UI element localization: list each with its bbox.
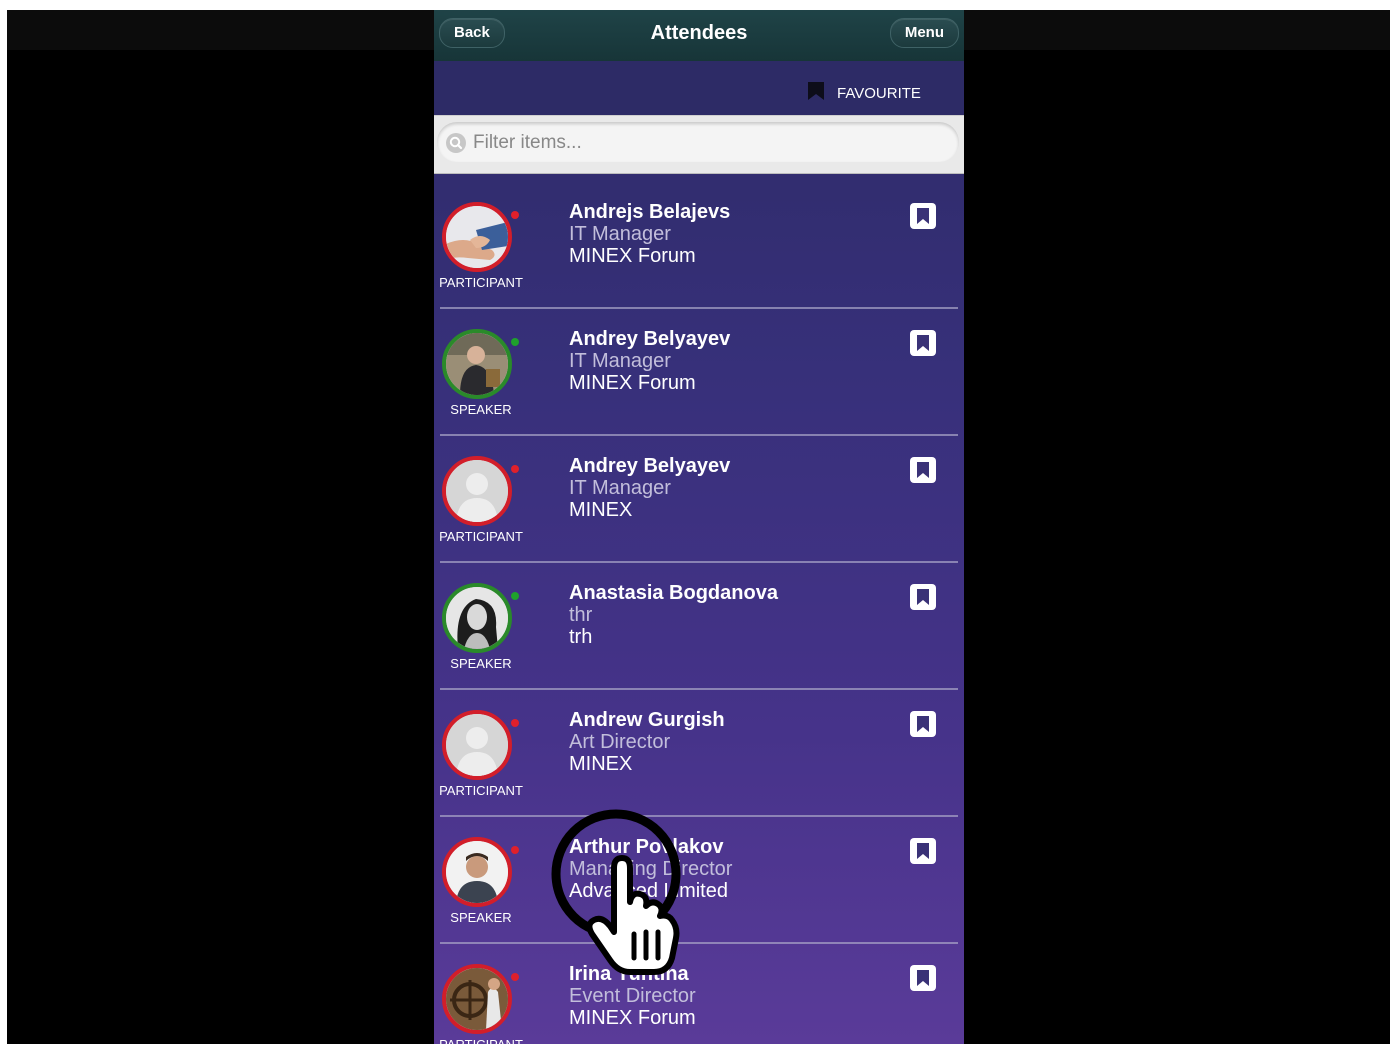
bookmark-icon[interactable]: [910, 203, 936, 229]
bookmark-icon[interactable]: [910, 330, 936, 356]
status-dot: [511, 211, 519, 219]
status-dot: [511, 846, 519, 854]
bookmark-icon[interactable]: [910, 584, 936, 610]
attendee-name: Andrejs Belajevs: [569, 201, 731, 223]
attendee-job-title: IT Manager: [569, 350, 671, 372]
menu-button[interactable]: Menu: [889, 18, 959, 48]
attendee-company: trh: [569, 626, 593, 648]
avatar: [442, 710, 512, 780]
role-label: PARTICIPANT: [439, 275, 523, 290]
attendee-name: Andrew Gurgish: [569, 709, 725, 731]
attendee-row[interactable]: SPEAKER Andrey Belyayev IT Manager MINEX…: [434, 309, 964, 436]
attendee-company: MINEX Forum: [569, 1007, 696, 1029]
avatar: [442, 202, 512, 272]
filter-box: [437, 122, 959, 162]
attendee-job-title: Event Director: [569, 985, 696, 1007]
status-dot: [511, 465, 519, 473]
status-dot: [511, 592, 519, 600]
favourite-filter-label[interactable]: FAVOURITE: [837, 85, 921, 102]
bookmark-icon[interactable]: [910, 965, 936, 991]
bookmark-filter-icon[interactable]: [807, 81, 825, 101]
attendee-row[interactable]: SPEAKER Anastasia Bogdanova thr trh: [434, 563, 964, 690]
tap-cursor-icon: [551, 809, 681, 975]
bookmark-icon[interactable]: [910, 711, 936, 737]
role-label: PARTICIPANT: [439, 783, 523, 798]
attendee-row[interactable]: PARTICIPANT Andrejs Belajevs IT Manager …: [434, 182, 964, 309]
bookmark-icon[interactable]: [910, 838, 936, 864]
status-dot: [511, 973, 519, 981]
attendee-row[interactable]: PARTICIPANT Irina Yuntina Event Director…: [434, 944, 964, 1044]
bookmark-icon[interactable]: [910, 457, 936, 483]
avatar: [442, 964, 512, 1034]
filter-input[interactable]: [471, 129, 945, 157]
search-icon: [446, 133, 466, 153]
mobile-screen: Back Attendees Menu FAVOURITE Filter ite…: [434, 10, 964, 1044]
app-header: Back Attendees Menu: [434, 10, 964, 62]
role-label: SPEAKER: [450, 656, 512, 671]
favourite-bar: FAVOURITE: [434, 61, 964, 115]
attendee-row[interactable]: SPEAKER Arthur Povlakov Managing Directo…: [434, 817, 964, 944]
attendee-job-title: IT Manager: [569, 477, 671, 499]
status-dot: [511, 719, 519, 727]
avatar: [442, 583, 512, 653]
filter-bar: [434, 115, 964, 174]
attendee-name: Andrey Belyayev: [569, 328, 731, 350]
attendee-company: MINEX: [569, 753, 633, 775]
attendee-job-title: Art Director: [569, 731, 671, 753]
attendee-row[interactable]: PARTICIPANT Andrey Belyayev IT Manager M…: [434, 436, 964, 563]
avatar: [442, 456, 512, 526]
avatar: [442, 837, 512, 907]
attendee-row[interactable]: PARTICIPANT Andrew Gurgish Art Director …: [434, 690, 964, 817]
status-dot: [511, 338, 519, 346]
attendee-job-title: thr: [569, 604, 593, 626]
attendee-company: MINEX Forum: [569, 245, 696, 267]
page-title: Attendees: [650, 22, 748, 44]
attendee-name: Andrey Belyayev: [569, 455, 731, 477]
attendee-company: MINEX: [569, 499, 633, 521]
role-label: SPEAKER: [450, 402, 512, 417]
role-label: PARTICIPANT: [434, 1037, 528, 1044]
attendee-company: MINEX Forum: [569, 372, 696, 394]
attendee-job-title: IT Manager: [569, 223, 671, 245]
attendee-name: Anastasia Bogdanova: [569, 582, 778, 604]
avatar: [442, 329, 512, 399]
role-label: PARTICIPANT: [439, 529, 523, 544]
role-label: SPEAKER: [450, 910, 512, 925]
